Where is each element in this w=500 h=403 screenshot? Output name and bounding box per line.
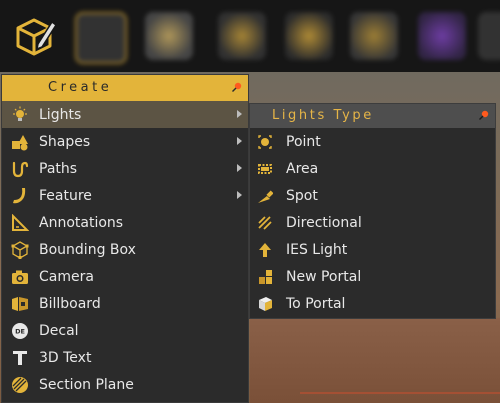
ies-light-icon xyxy=(256,241,274,259)
light-type-to-portal[interactable]: To Portal xyxy=(250,290,495,317)
spot-light-icon xyxy=(256,187,274,205)
menu-item-label: Bounding Box xyxy=(39,241,136,258)
menu-item-feature[interactable]: Feature xyxy=(2,182,248,209)
viewport-floor xyxy=(250,318,500,403)
pin-icon[interactable] xyxy=(232,82,242,92)
light-type-label: Point xyxy=(286,133,321,150)
bounding-tool-icon[interactable] xyxy=(75,12,127,64)
menu-item-bounding-box[interactable]: Bounding Box xyxy=(2,236,248,263)
bounding-box-icon xyxy=(10,240,30,260)
lights-type-header: Lights Type xyxy=(250,104,495,128)
menu-item-billboard[interactable]: Billboard xyxy=(2,290,248,317)
media-tool-icon[interactable] xyxy=(218,12,266,60)
light-type-label: Directional xyxy=(286,214,362,231)
lights-type-title: Lights Type xyxy=(272,108,374,123)
menu-item-3d-text[interactable]: 3D Text xyxy=(2,344,248,371)
submenu-arrow-icon xyxy=(237,164,242,172)
light-type-label: IES Light xyxy=(286,241,348,258)
character-tool-icon[interactable] xyxy=(418,12,466,60)
text-3d-icon xyxy=(10,348,30,368)
camera-icon xyxy=(10,267,30,287)
menu-item-camera[interactable]: Camera xyxy=(2,263,248,290)
menu-item-label: Section Plane xyxy=(39,376,134,393)
menu-item-decal[interactable]: DE Decal xyxy=(2,317,248,344)
menu-item-lights[interactable]: Lights xyxy=(2,101,248,128)
paths-icon xyxy=(10,159,30,179)
area-light-icon xyxy=(256,160,274,178)
submenu-arrow-icon xyxy=(237,191,242,199)
menu-item-label: Camera xyxy=(39,268,94,285)
light-bulb-icon xyxy=(10,105,30,125)
viewport-grid-line xyxy=(300,392,500,394)
materials-tool-icon[interactable] xyxy=(145,12,193,60)
light-type-spot[interactable]: Spot xyxy=(250,182,495,209)
settings-tool-icon[interactable] xyxy=(350,12,398,60)
light-type-new-portal[interactable]: New Portal xyxy=(250,263,495,290)
create-object-icon[interactable] xyxy=(8,10,60,62)
submenu-arrow-icon xyxy=(237,110,242,118)
main-toolbar xyxy=(0,0,500,72)
pin-icon[interactable] xyxy=(479,110,489,120)
menu-item-label: Lights xyxy=(39,106,82,123)
menu-item-shapes[interactable]: Shapes xyxy=(2,128,248,155)
point-light-icon xyxy=(256,133,274,151)
lights-type-submenu: Lights Type Point Area Spot Directional … xyxy=(249,103,496,319)
menu-item-section-plane[interactable]: Section Plane xyxy=(2,371,248,398)
environment-tool-icon[interactable] xyxy=(285,12,333,60)
light-type-directional[interactable]: Directional xyxy=(250,209,495,236)
menu-item-paths[interactable]: Paths xyxy=(2,155,248,182)
light-type-label: To Portal xyxy=(286,295,346,312)
section-plane-icon xyxy=(10,375,30,395)
create-menu-title: Create xyxy=(48,80,113,95)
light-type-ies[interactable]: IES Light xyxy=(250,236,495,263)
menu-item-label: Feature xyxy=(39,187,92,204)
decal-icon: DE xyxy=(10,321,30,341)
light-type-label: New Portal xyxy=(286,268,362,285)
svg-text:DE: DE xyxy=(15,327,25,335)
menu-item-label: Decal xyxy=(39,322,79,339)
extra-tool-icon[interactable] xyxy=(478,12,500,60)
light-type-area[interactable]: Area xyxy=(250,155,495,182)
create-menu-header: Create xyxy=(2,75,248,101)
menu-item-label: 3D Text xyxy=(39,349,92,366)
new-portal-icon xyxy=(256,268,274,286)
menu-item-label: Annotations xyxy=(39,214,124,231)
annotations-icon xyxy=(10,213,30,233)
directional-light-icon xyxy=(256,214,274,232)
light-type-point[interactable]: Point xyxy=(250,128,495,155)
menu-item-label: Shapes xyxy=(39,133,91,150)
to-portal-icon xyxy=(256,295,274,313)
create-menu: Create Lights Shapes Paths Feature Annot… xyxy=(1,74,249,403)
menu-item-annotations[interactable]: Annotations xyxy=(2,209,248,236)
light-type-label: Area xyxy=(286,160,319,177)
shapes-icon xyxy=(10,132,30,152)
billboard-icon xyxy=(10,294,30,314)
feature-icon xyxy=(10,186,30,206)
menu-item-label: Paths xyxy=(39,160,78,177)
menu-item-label: Billboard xyxy=(39,295,101,312)
submenu-arrow-icon xyxy=(237,137,242,145)
light-type-label: Spot xyxy=(286,187,318,204)
